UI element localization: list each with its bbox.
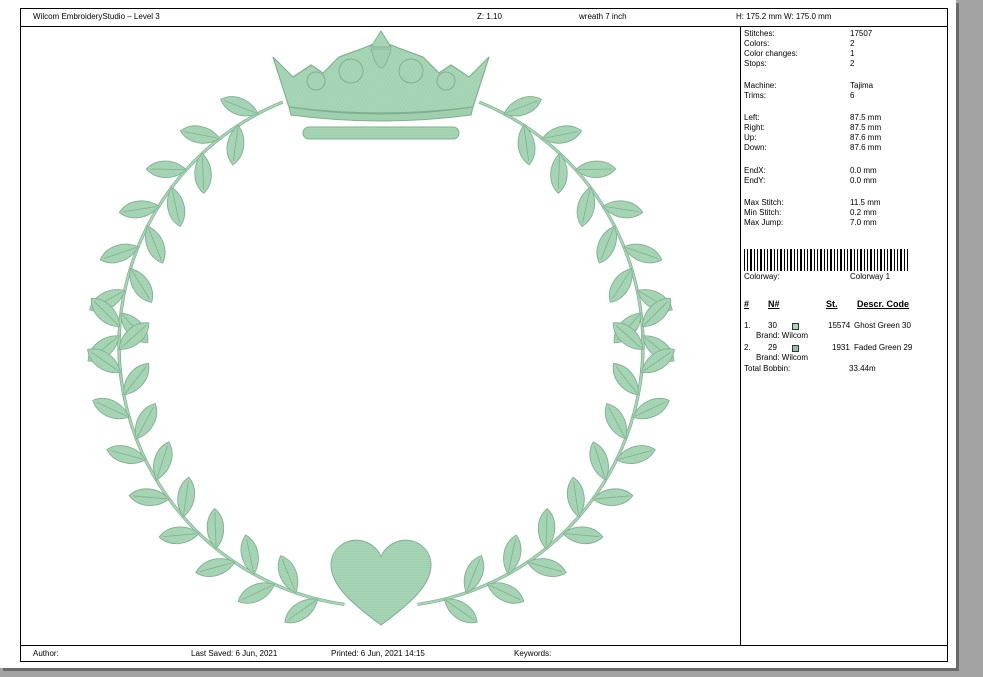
report-frame: Wilcom EmbroideryStudio – Level 3 Z: 1.1… — [20, 8, 948, 662]
color-2-number: 29 — [768, 343, 777, 352]
report-header: Wilcom EmbroideryStudio – Level 3 Z: 1.1… — [21, 9, 947, 27]
stat-value: 7.0 mm — [850, 218, 877, 227]
stitch-info-panel: Stitches: 17507 Colors: 2 Color changes: 1 Sto… — [741, 27, 947, 645]
stat-value: 2 — [850, 59, 855, 68]
stat-row: Colors: 2 — [744, 39, 944, 49]
stat-row: Left: 87.5 mm — [744, 113, 944, 123]
app-title: Wilcom EmbroideryStudio – Level 3 — [33, 12, 160, 21]
stat-label: EndX: — [744, 166, 766, 175]
stat-value: 87.6 mm — [850, 143, 882, 152]
stat-label: Colors: — [744, 39, 770, 48]
keywords-field: Keywords: — [514, 649, 552, 658]
stat-label: Max Stitch: — [744, 198, 784, 207]
stat-label: Up: — [744, 133, 757, 142]
barcode — [744, 249, 908, 271]
stat-value: 0.0 mm — [850, 176, 877, 185]
stat-label: EndY: — [744, 176, 766, 185]
stat-row: Color changes: 1 — [744, 49, 944, 59]
stat-value: 0.0 mm — [850, 166, 877, 175]
stat-label: Left: — [744, 113, 760, 122]
color-1-stitches: 15574 — [828, 321, 851, 330]
stat-label: Stops: — [744, 59, 767, 68]
total-bobbin-label: Total Bobbin: — [744, 364, 791, 373]
stat-row: Stitches: 17507 — [744, 29, 944, 39]
design-name: wreath 7 inch — [579, 12, 627, 21]
stat-row: Min Stitch: 0.2 mm — [744, 208, 944, 218]
crown-motif — [272, 30, 490, 140]
stat-value: 6 — [850, 91, 855, 100]
heart-motif — [330, 539, 432, 626]
stat-label: Min Stitch: — [744, 208, 782, 217]
design-preview — [21, 27, 740, 645]
color-1-number: 30 — [768, 321, 777, 330]
stat-value: 11.5 mm — [850, 198, 881, 207]
stat-label: Color changes: — [744, 49, 798, 58]
stat-value: Tajima — [850, 81, 874, 90]
color-1-index: 1. — [744, 321, 751, 330]
stat-row: EndY: 0.0 mm — [744, 176, 944, 186]
stat-row: Down: 87.6 mm — [744, 143, 944, 153]
col-header-desc: Descr. Code — [857, 299, 910, 309]
stat-row: Stops: 2 — [744, 59, 944, 69]
color-2-description: Faded Green 29 — [854, 343, 913, 352]
stat-value: 2 — [850, 39, 855, 48]
stat-row: Machine: Tajima — [744, 81, 944, 91]
color-1-brand: Brand: Wilcom — [756, 331, 809, 340]
design-dimensions: H: 175.2 mm W: 175.0 mm — [736, 12, 832, 21]
stat-value: 87.6 mm — [850, 133, 882, 142]
zoom-level: Z: 1.10 — [477, 12, 502, 21]
author-field: Author: — [33, 649, 59, 658]
report-footer: Author: Last Saved: 6 Jun, 2021 Printed:… — [21, 645, 947, 661]
last-saved-field: Last Saved: 6 Jun, 2021 — [191, 649, 278, 658]
stat-label: Right: — [744, 123, 765, 132]
color-2-swatch — [792, 345, 799, 352]
col-header-num: # — [744, 299, 750, 309]
stat-value: 87.5 mm — [850, 113, 882, 122]
colorway-row: Colorway: Colorway 1 — [744, 272, 891, 281]
printed-field: Printed: 6 Jun, 2021 14:15 — [331, 649, 425, 658]
color-2-brand: Brand: Wilcom — [756, 353, 809, 362]
stat-label: Max Jump: — [744, 218, 784, 227]
stat-row: Up: 87.6 mm — [744, 133, 944, 143]
stat-value: 87.5 mm — [850, 123, 882, 132]
stat-row: Trims: 6 — [744, 91, 944, 101]
col-header-st: St. — [826, 299, 838, 309]
stat-label: Trims: — [744, 91, 766, 100]
wreath-branches — [87, 96, 675, 624]
color-1-description: Ghost Green 30 — [854, 321, 911, 330]
color-2-stitches: 1931 — [832, 343, 850, 352]
stat-row: Right: 87.5 mm — [744, 123, 944, 133]
stat-row: Max Jump: 7.0 mm — [744, 218, 944, 228]
color-1-swatch — [792, 323, 799, 330]
stat-value: 1 — [850, 49, 855, 58]
print-preview-sheet: Wilcom EmbroideryStudio – Level 3 Z: 1.1… — [0, 0, 956, 668]
stat-label: Stitches: — [744, 29, 775, 38]
stat-row: EndX: 0.0 mm — [744, 166, 944, 176]
color-2-index: 2. — [744, 343, 751, 352]
embroidery-wreath-design — [87, 30, 675, 626]
stat-value: 17507 — [850, 29, 873, 38]
stat-label: Machine: — [744, 81, 777, 90]
col-header-n: N# — [768, 299, 780, 309]
stat-label: Down: — [744, 143, 767, 152]
stat-row: Max Stitch: 11.5 mm — [744, 198, 944, 208]
total-bobbin-value: 33.44m — [849, 364, 876, 373]
stat-value: 0.2 mm — [850, 208, 877, 217]
